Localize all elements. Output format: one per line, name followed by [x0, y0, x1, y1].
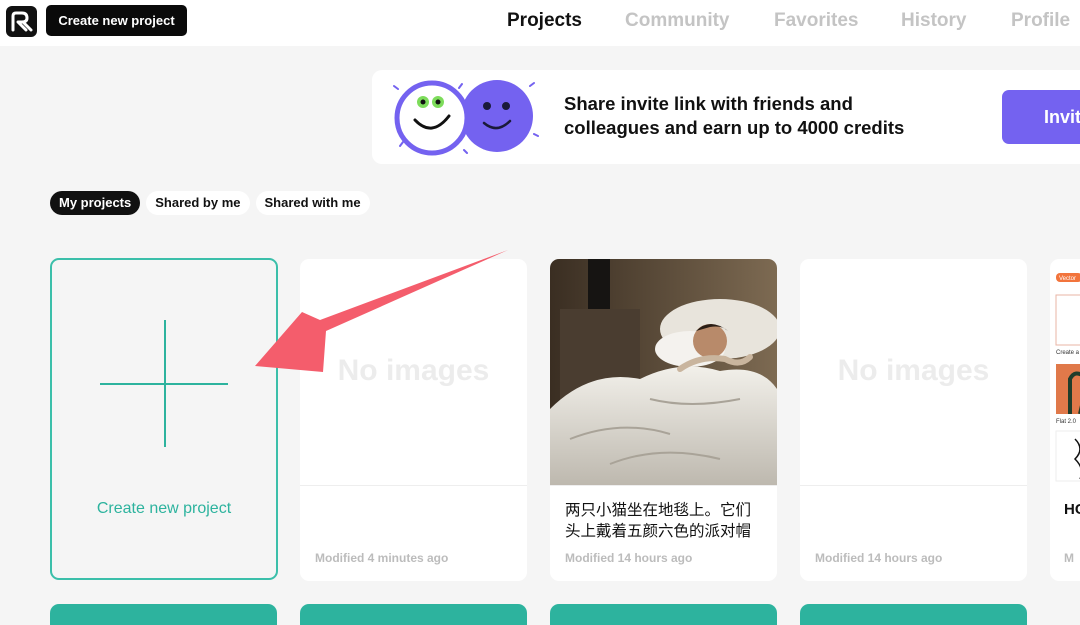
filter-shared-with-me[interactable]: Shared with me: [255, 191, 370, 215]
partial-card-modified: M: [1064, 551, 1074, 565]
smiley-faces-icon: [392, 76, 542, 163]
invite-banner-text: Share invite link with friends and colle…: [564, 92, 964, 140]
next-row-card[interactable]: [800, 604, 1027, 625]
card-divider: [300, 485, 527, 486]
invite-button[interactable]: Invite: [1002, 90, 1080, 144]
partial-card-title: HC: [1064, 501, 1080, 518]
top-bar: Create new project Projects Community Fa…: [0, 0, 1080, 46]
no-images-placeholder: No images: [837, 354, 990, 387]
partial-card-thumb-caption-2: Flat 2.0: [1056, 419, 1077, 425]
project-thumbnail[interactable]: [550, 259, 777, 486]
app-logo-icon[interactable]: [6, 6, 37, 37]
partial-card-tag: Vector: [1059, 276, 1076, 282]
no-images-placeholder: No images: [337, 354, 490, 387]
project-card[interactable]: No images Modified 14 hours ago: [800, 259, 1027, 581]
invite-banner: Share invite link with friends and colle…: [372, 70, 1080, 164]
next-row-card[interactable]: [300, 604, 527, 625]
filter-my-projects[interactable]: My projects: [50, 191, 141, 215]
card-divider: [800, 485, 1027, 486]
banner-text-line-1: Share invite link with friends and: [564, 93, 853, 114]
project-card-partial[interactable]: Vector Create a Flat 2.0 HC M: [1050, 259, 1080, 581]
card-divider: [550, 485, 777, 486]
project-card[interactable]: No images Modified 4 minutes ago: [300, 259, 527, 581]
project-caption: 两只小猫坐在地毯上。它们头上戴着五颜六色的派对帽子，旁边有一个礼物盒子: [565, 502, 752, 540]
create-project-label: Create new project: [96, 500, 232, 517]
modified-time: Modified 14 hours ago: [815, 551, 943, 565]
modified-time: Modified 4 minutes ago: [315, 551, 449, 565]
project-filter-tabs: My projects Shared by me Shared with me: [50, 191, 370, 215]
partial-card-thumbnail: Vector Create a Flat 2.0: [1055, 273, 1080, 482]
nav-profile[interactable]: Profile: [1011, 10, 1070, 32]
next-row-card[interactable]: [550, 604, 777, 625]
create-project-card[interactable]: Create new project: [50, 258, 278, 580]
partial-card-thumb-caption-1: Create a: [1056, 350, 1080, 356]
banner-text-line-2: colleagues and earn up to 4000 credits: [564, 117, 905, 138]
nav-history[interactable]: History: [901, 10, 966, 32]
filter-shared-by-me[interactable]: Shared by me: [146, 191, 250, 215]
project-card[interactable]: 两只小猫坐在地毯上。它们头上戴着五颜六色的派对帽子，旁边有一个礼物盒子 Modi…: [550, 259, 777, 581]
create-new-project-button[interactable]: Create new project: [46, 5, 187, 36]
plus-icon-bar: [100, 383, 228, 385]
nav-favorites[interactable]: Favorites: [774, 10, 858, 32]
nav-projects[interactable]: Projects: [507, 10, 582, 32]
modified-time: Modified 14 hours ago: [565, 551, 693, 565]
nav-community[interactable]: Community: [625, 10, 730, 32]
next-row-card[interactable]: [50, 604, 277, 625]
